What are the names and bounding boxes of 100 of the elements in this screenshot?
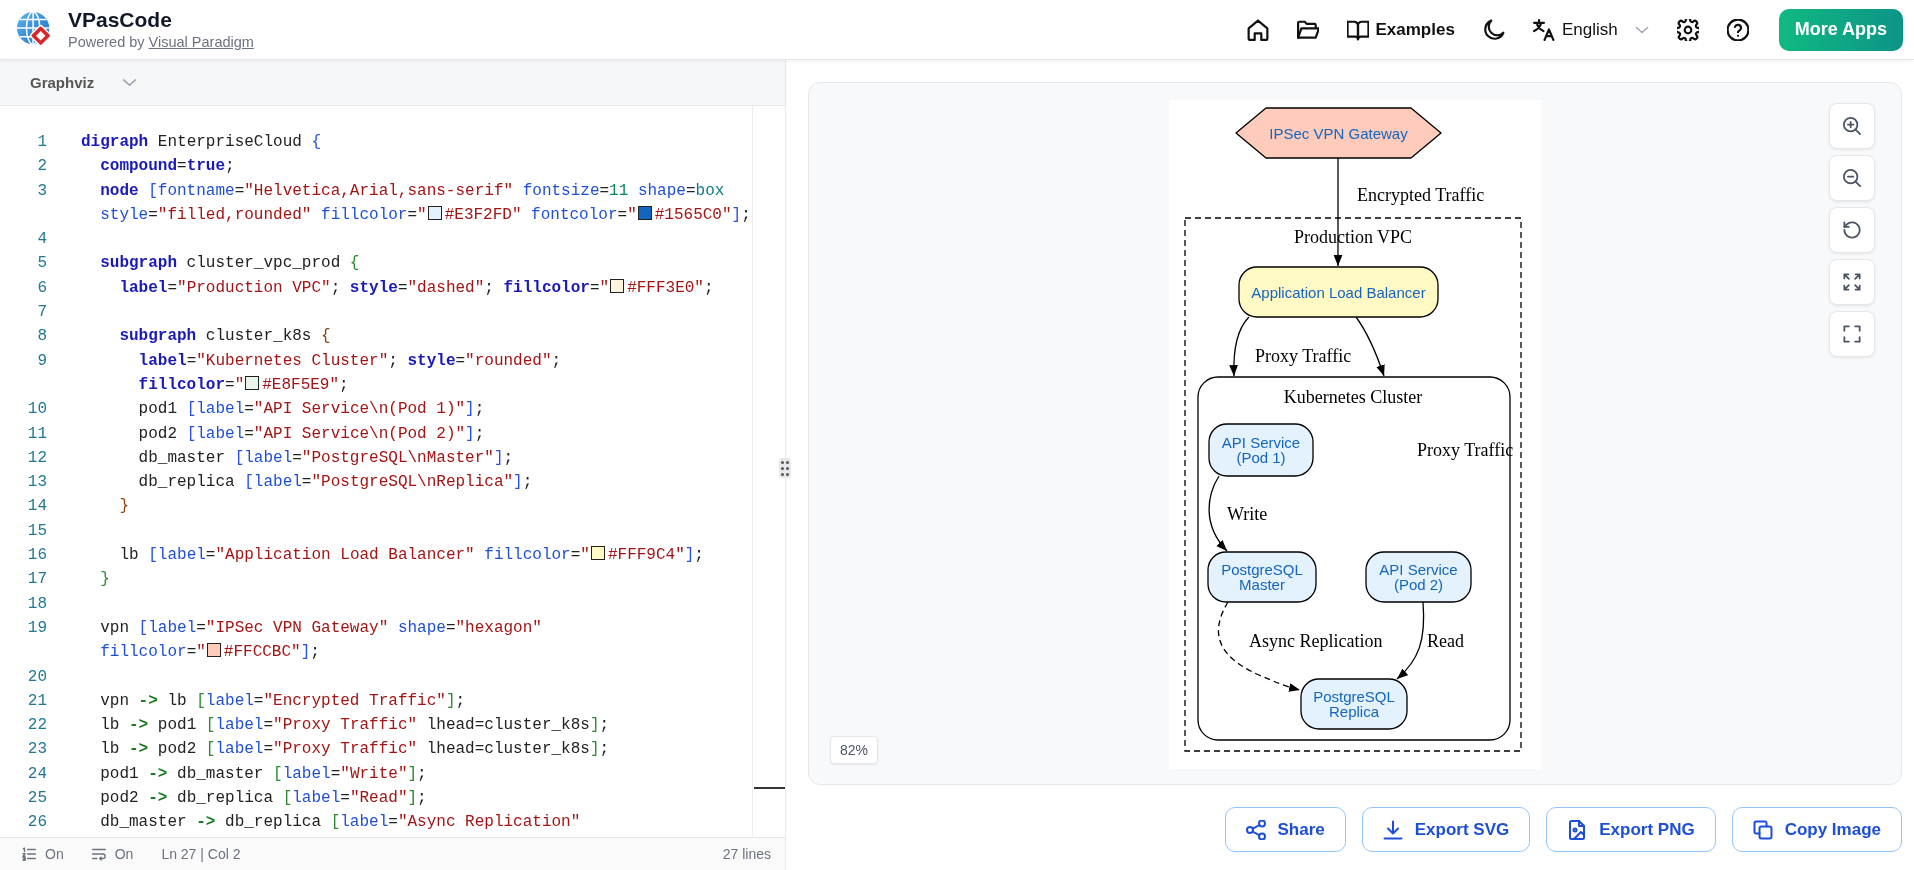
fullscreen-button[interactable] — [1829, 311, 1875, 357]
line-number: 13 — [27, 473, 47, 492]
code-text: #FFF3E0"; — [627, 278, 714, 297]
line-number: 22 — [27, 716, 47, 735]
line-number: 17 — [27, 570, 47, 589]
help-icon — [1726, 18, 1749, 41]
line-number: 26 — [27, 813, 47, 832]
zoom-level: 82% — [830, 736, 879, 764]
examples-button[interactable]: Examples — [1338, 10, 1463, 49]
image-file-icon — [1567, 819, 1588, 840]
fit-view-button[interactable] — [1829, 259, 1875, 305]
code-text: pod2 [label="API Service\n(Pod 2)"]; — [138, 424, 485, 443]
code-text: db_replica [label="PostgreSQL\nReplica"]; — [138, 473, 533, 492]
code-text: pod1 -> db_master [label="Write"]; — [100, 764, 427, 783]
word-wrap-toggle[interactable]: On — [87, 844, 138, 864]
code-text: lb -> pod1 [label="Proxy Traffic" lhead=cluster_k8s]; — [100, 716, 610, 735]
copy-icon — [1752, 819, 1773, 840]
node-label: Application Load Balancer — [1251, 283, 1426, 301]
code-text: fillcolor=" — [138, 375, 245, 394]
code-text: } — [100, 570, 110, 589]
code-text: } — [119, 497, 129, 516]
arrow — [1355, 316, 1385, 377]
copy-image-button[interactable]: Copy Image — [1731, 807, 1902, 852]
language-select[interactable]: English — [1524, 10, 1657, 49]
zoom-in-button[interactable] — [1829, 103, 1875, 149]
line-numbers-toggle[interactable]: On — [18, 844, 68, 864]
line-number: 25 — [27, 789, 47, 807]
code-text: compound=true; — [100, 157, 235, 176]
fullscreen-icon — [1843, 325, 1861, 343]
scroll-position-marker — [754, 787, 785, 789]
code-text: #FFF9C4"]; — [607, 546, 704, 565]
code-text: label="Kubernetes Cluster"; style="rounded"; — [138, 351, 562, 370]
line-number: 19 — [27, 618, 47, 637]
line-number: 21 — [27, 691, 47, 710]
line-number: 4 — [37, 230, 47, 249]
cursor-position: Ln 27 | Col 2 — [161, 846, 241, 862]
cluster-label: Kubernetes Cluster — [1283, 387, 1423, 407]
line-number: 16 — [27, 546, 47, 565]
node-label: IPSec VPN Gateway — [1269, 124, 1408, 142]
line-number: 1 — [37, 133, 47, 151]
code-text: subgraph cluster_vpc_prod { — [100, 254, 360, 273]
expand-arrows-icon — [1843, 273, 1861, 291]
code-text: #E8F5E9"; — [262, 375, 349, 394]
code-text: pod2 -> db_replica [label="Read"]; — [100, 789, 427, 807]
share-icon — [1245, 819, 1266, 840]
node-label: PostgreSQL Master — [1221, 561, 1303, 593]
line-number: 23 — [27, 740, 47, 759]
export-png-button[interactable]: Export PNG — [1546, 807, 1716, 852]
line-number: 7 — [37, 303, 47, 322]
visual-paradigm-link[interactable]: Visual Paradigm — [148, 33, 254, 50]
code-text: db_master [label="PostgreSQL\nMaster"]; — [138, 448, 514, 467]
wrap-text-icon — [91, 847, 106, 861]
line-number: 8 — [37, 327, 47, 346]
edge-label: Write — [1227, 504, 1268, 524]
line-number: 5 — [37, 254, 47, 273]
download-icon — [1382, 819, 1403, 840]
node-label: API Service (Pod 2) — [1379, 561, 1458, 593]
code-text: digraph EnterpriseCloud { — [81, 133, 322, 151]
export-svg-button[interactable]: Export SVG — [1361, 807, 1531, 852]
line-number: 15 — [27, 521, 47, 540]
code-text: vpn -> lb [label="Encrypted Traffic"]; — [100, 691, 466, 710]
code-text: #1565C0"]; — [654, 205, 751, 224]
arrow — [1229, 316, 1250, 377]
line-number: 2 — [37, 157, 47, 176]
code-text: label="Production VPC"; style="dashed"; fillcolor=" — [119, 278, 610, 297]
edge-label: Encrypted Traffic — [1357, 185, 1485, 205]
numbered-list-icon — [22, 847, 36, 861]
line-number: 9 — [37, 351, 47, 370]
line-number: 6 — [37, 278, 47, 297]
code-text: subgraph cluster_k8s { — [119, 327, 331, 346]
translate-icon — [1532, 18, 1555, 41]
node-label: PostgreSQL Replica — [1313, 688, 1395, 720]
line-number: 20 — [27, 667, 47, 686]
line-number: 14 — [27, 497, 47, 516]
app-name: VPasCode — [68, 7, 173, 32]
code-text: lb -> pod2 [label="Proxy Traffic" lhead=cluster_k8s]; — [100, 740, 610, 759]
line-number: 10 — [27, 400, 47, 419]
zoom-out-button[interactable] — [1829, 155, 1875, 201]
line-number: 12 — [27, 448, 47, 467]
edge-label: Read — [1427, 631, 1464, 651]
code-text: lb [label="Application Load Balancer" fillcolor=" — [119, 546, 590, 565]
code-text: fillcolor=" — [100, 643, 206, 662]
node-label: API Service (Pod 1) — [1221, 434, 1301, 466]
code-text: #E3F2FD" fontcolor=" — [444, 205, 637, 224]
share-button[interactable]: Share — [1224, 807, 1346, 852]
line-number: 11 — [27, 424, 47, 443]
rotate-left-icon — [1843, 221, 1861, 239]
reset-view-button[interactable] — [1829, 207, 1875, 253]
moon-icon — [1482, 18, 1505, 41]
folder-icon — [1296, 18, 1319, 41]
code-text: db_master -> db_replica [label="Async Replication" — [100, 813, 581, 832]
edge-label: Proxy Traffic — [1255, 346, 1352, 366]
home-icon — [1246, 18, 1269, 41]
code-text: pod1 [label="API Service\n(Pod 1)"]; — [138, 400, 485, 419]
diagram-language-select[interactable]: Graphviz — [22, 70, 146, 95]
code-text: style="filled,rounded" fillcolor=" — [100, 205, 427, 224]
code-text: node [fontname="Helvetica,Arial,sans-serif" fontsize=11 shape=box — [100, 181, 725, 200]
line-count: 27 lines — [722, 846, 771, 862]
drag-handle-icon[interactable] — [779, 458, 791, 478]
code-text: #FFCCBC"]; — [223, 643, 320, 662]
